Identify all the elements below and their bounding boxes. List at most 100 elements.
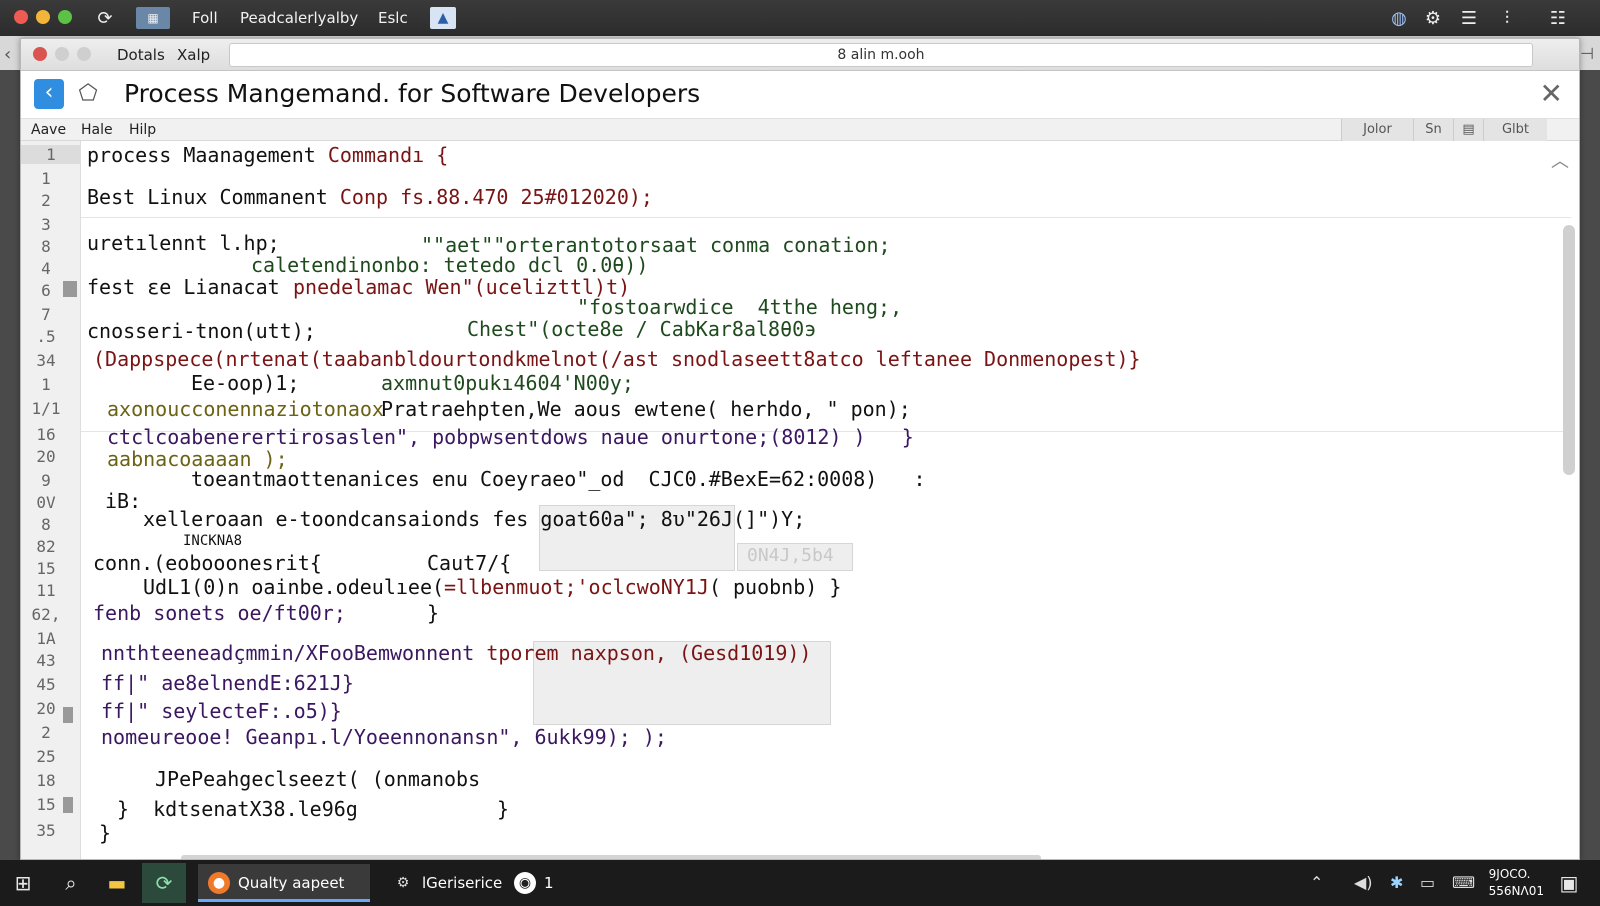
window-close-dot[interactable] [33,47,47,61]
line-number: 4 [41,259,51,278]
code-editor[interactable]: 1 1 2 3 8 4 6 7 .5 34 1 1/1 16 20 9 0V 8… [21,141,1579,859]
tab-help[interactable]: Xalp [177,46,210,64]
line-number: 62, [31,605,61,624]
code-line: caletendinonbo: tetedo dcl 0.0θ)) [251,253,649,277]
gear-icon[interactable]: ⚙ [1420,7,1446,29]
line-number: 1 [21,145,81,164]
app-icon[interactable]: ▲ [430,7,456,29]
menu-item-save[interactable]: Aave [31,122,66,138]
search-icon[interactable]: ⌕ [56,870,86,896]
menu-item-preferences[interactable]: Peadcalerlyalby [240,9,358,27]
code-line: } [497,797,510,821]
line-number: 43 [36,651,56,670]
settings-app-icon: ⚙ [396,875,410,891]
chat-app-icon[interactable]: ⟳ [142,863,186,903]
app-menubar: Aave Hale Hilp Jolor Sn ▤ Glbt [21,119,1579,141]
fold-marker[interactable] [63,797,73,813]
text-format-icon[interactable]: ⫶ [1494,7,1520,29]
tab-details[interactable]: Dotals [117,46,165,64]
code-line: nomeureooe! Geanpı.l/Yoeennonansn", 6ukk… [101,725,667,749]
code-line: uretılennt l.hp; [87,231,280,255]
window-minimize-dot[interactable] [55,47,69,61]
tool-glbt[interactable]: Glbt [1483,119,1547,141]
code-line: fest εe Lianacat [87,275,280,299]
tool-color[interactable]: Jolor [1341,119,1413,141]
divider [81,217,1571,218]
image-icon[interactable]: ▦ [136,7,170,29]
line-number: 35 [36,821,56,840]
code-line: } [427,601,440,625]
sync-icon[interactable]: ⟳ [92,7,118,29]
code-line: } kdtsenatX38.le96g [117,797,358,821]
menu-item-edit[interactable]: Eslc [378,9,408,27]
pin-icon[interactable]: ⊣ [1580,44,1594,63]
code-line: nnthteeneadçmmin/XFooBemwonnent tporem n… [101,641,812,665]
line-number: 1 [41,375,51,394]
code-line: } [99,821,112,845]
taskbar: ⊞ ⌕ ▬ ⟳ ● Qualty aapeet ⚙ lGeriserice ◉ … [0,860,1600,906]
tool-sn[interactable]: Sn [1413,119,1453,141]
list-icon[interactable]: ☰ [1456,7,1482,29]
bluetooth-icon[interactable]: ✱ [1390,873,1403,892]
line-number: 2 [41,723,51,742]
line-number: 2 [41,191,51,210]
line-number: 20 [36,447,56,466]
system-menubar: ⟳ ▦ Foll Peadcalerlyalby Eslc ▲ ◍ ⚙ ☰ ⫶ … [0,0,1600,36]
fold-marker[interactable] [63,281,77,297]
line-number: 8 [41,237,51,256]
code-line: Caut7/{ [427,551,512,575]
github-icon: ◉ [514,872,536,894]
code-line: conn.(eobooonesrit{ [93,551,322,575]
notification-icon[interactable]: ▣ [1554,870,1584,896]
back-arrow-icon[interactable]: ‹ [4,44,11,65]
line-number: 1A [36,629,56,648]
window-toolbar: Dotals Xalp 8 alin m.ooh [21,39,1579,71]
globe-icon[interactable]: ◍ [1386,7,1412,29]
menu-item-hale[interactable]: Hale [81,122,113,138]
editor-window: Dotals Xalp 8 alin m.ooh ‹ ⬠ Process Man… [20,38,1580,860]
fold-marker[interactable] [63,707,73,723]
line-number: 1 [41,169,51,188]
tag-icon[interactable]: ⬠ [73,79,103,109]
code-line: Chest"(octe8e / CabKar8al8θ0э [467,317,817,341]
chevron-up-icon[interactable]: ︿ [1551,147,1569,173]
minimize-dot[interactable] [36,10,50,24]
line-number: 8 [41,515,51,534]
code-line: Best Linux Commanent Conp fs.88.470 25#0… [87,185,653,209]
code-line: ff|" ae8elnendE:621J} [101,671,354,695]
taskbar-app-active[interactable]: ● Qualty aapeet [198,864,370,902]
code-line: Ee-oop)1; [191,371,300,395]
network-icon[interactable]: ⌃ [1310,873,1323,892]
system-clock[interactable]: 9JOCO. 556NΛ01 [1489,866,1544,900]
battery-icon[interactable]: ▭ [1420,873,1435,892]
taskbar-app[interactable]: ⚙ lGeriserice [382,864,503,902]
code-line: "fostoarwdice 4tthe heng;, [577,295,903,319]
line-number: 0V [36,493,56,512]
windows-start-icon[interactable]: ⊞ [8,870,38,896]
code-line: JPePeahgeclseezt( (onmanobs [155,767,481,791]
taskbar-app[interactable]: ◉ 1 [504,864,564,902]
line-number: 18 [36,771,56,790]
line-number: 9 [41,471,51,490]
folder-icon[interactable]: ▬ [102,870,132,896]
keyboard-icon[interactable]: ⌨ [1452,873,1475,892]
window-zoom-dot[interactable] [77,47,91,61]
close-dot[interactable] [14,10,28,24]
line-number: 3 [41,215,51,234]
code-line: Pratraehpten,We aous ewtene( herhdo, " p… [381,397,911,421]
code-line: (Dappspece(nrtenat(taabanbldourtondkmeln… [93,347,1141,371]
menu-item-file[interactable]: Foll [192,9,218,27]
address-bar[interactable]: 8 alin m.ooh [229,43,1533,67]
line-gutter: 1 1 2 3 8 4 6 7 .5 34 1 1/1 16 20 9 0V 8… [21,141,81,859]
volume-icon[interactable]: ◀) [1354,873,1373,892]
zoom-dot[interactable] [58,10,72,24]
grid-icon[interactable]: ▤ [1453,119,1483,141]
menu-item-help[interactable]: Hilp [129,122,156,138]
line-number: .5 [36,327,56,346]
code-line: iB: [105,489,142,513]
vertical-scrollbar[interactable] [1563,225,1575,475]
back-button[interactable]: ‹ [34,79,64,109]
close-icon[interactable]: ✕ [1540,77,1563,110]
control-center-icon[interactable]: ☷ [1536,7,1580,29]
code-line: xelleroaan e-toondcansaionds fes goat60a… [143,507,806,531]
